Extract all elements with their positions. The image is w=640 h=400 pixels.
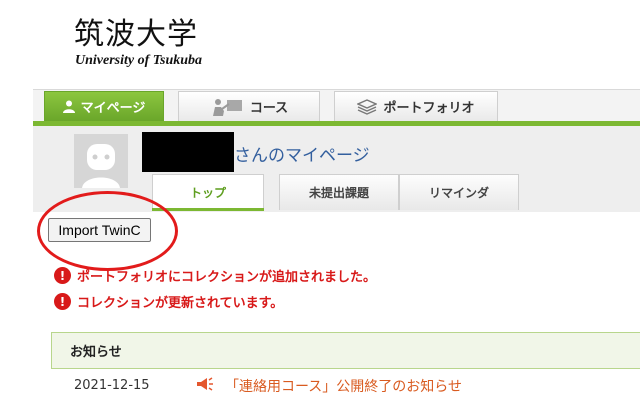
tab-portfolio-label: ポートフォリオ [383, 101, 475, 116]
stack-icon [357, 98, 378, 115]
page-title: さんのマイページ [234, 146, 370, 166]
university-logo-english: University of Tsukuba [75, 53, 203, 68]
notice-heading: お知らせ [70, 345, 122, 360]
avatar [74, 134, 128, 188]
default-avatar-icon [82, 144, 120, 188]
tab-course[interactable]: コース [178, 91, 320, 121]
tab-portfolio[interactable]: ポートフォリオ [334, 91, 498, 121]
university-logo-japanese: 筑波大学 [74, 17, 198, 52]
megaphone-icon [197, 377, 213, 391]
alert-text: ポートフォリオにコレクションが追加されました。 [77, 270, 377, 285]
subtab-top[interactable]: トップ [152, 174, 264, 210]
user-icon [62, 100, 75, 113]
notice-date: 2021-12-15 [74, 378, 150, 393]
tab-course-label: コース [249, 101, 289, 116]
presentation-icon [212, 98, 242, 116]
alert-collection-added: ! ポートフォリオにコレクションが追加されました。 [54, 266, 376, 285]
notice-link[interactable]: 「連絡用コース」公開終了のお知らせ [225, 376, 462, 396]
subtab-reminder[interactable]: リマインダ [399, 174, 519, 210]
subtab-unsubmitted[interactable]: 未提出課題 [279, 174, 399, 210]
subtab-reminder-label: リマインダ [428, 186, 489, 200]
exclamation-icon: ! [54, 267, 71, 284]
redacted-username [142, 132, 234, 172]
tab-mypage[interactable]: マイページ [44, 91, 164, 121]
tab-mypage-label: マイページ [80, 101, 146, 116]
notice-header-box [51, 332, 640, 369]
alert-collection-updated: ! コレクションが更新されています。 [54, 292, 283, 311]
alert-text: コレクションが更新されています。 [77, 296, 284, 311]
annotation-circle [37, 191, 178, 271]
subtab-top-label: トップ [189, 186, 226, 200]
exclamation-icon: ! [54, 293, 71, 310]
subtab-unsubmitted-label: 未提出課題 [308, 186, 369, 200]
